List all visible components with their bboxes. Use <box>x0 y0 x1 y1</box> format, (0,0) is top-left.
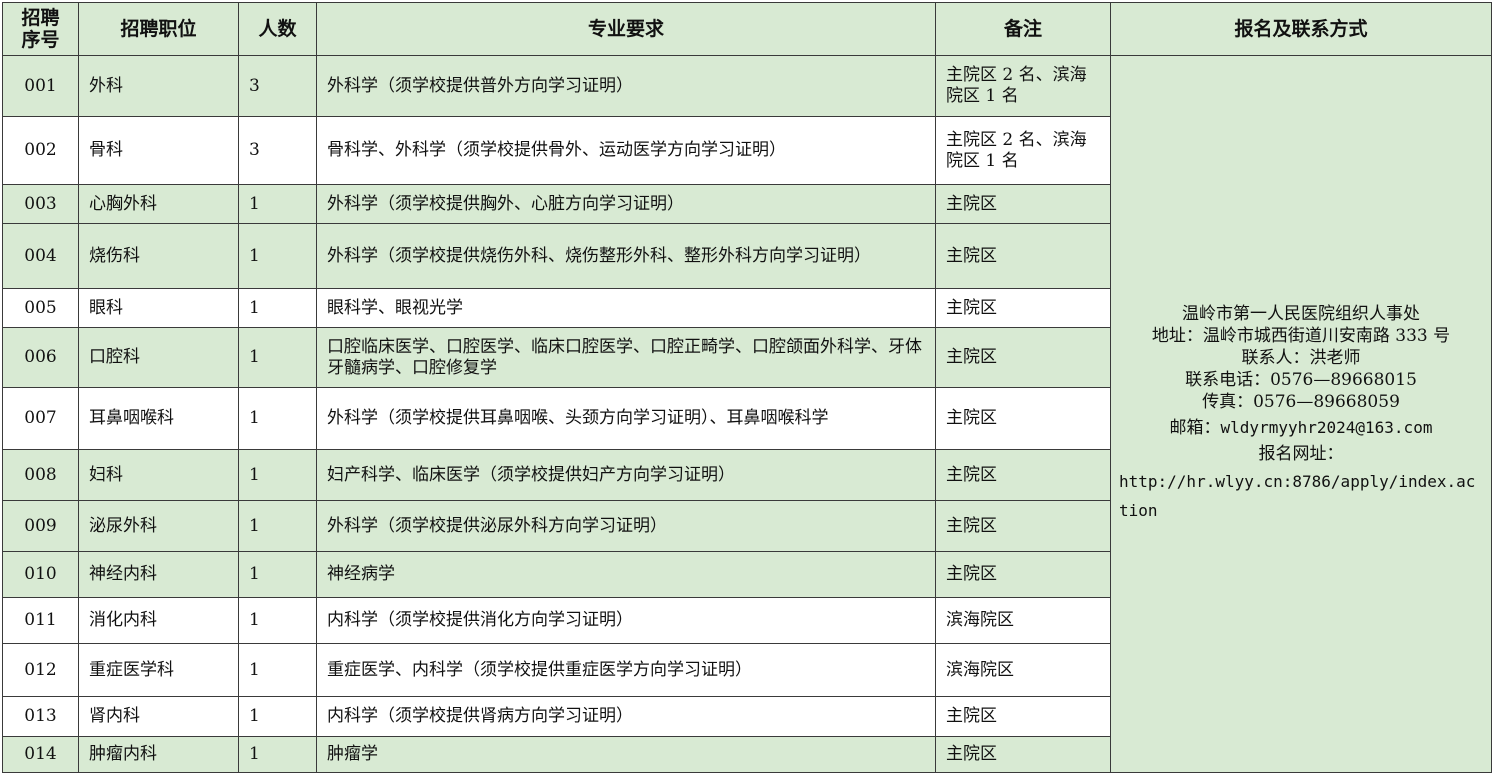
cell-seq: 011 <box>2 597 79 644</box>
recruitment-table: 招聘 序号 招聘职位 人数 专业要求 备注 报名及联系方式 001 外科 3 外科… <box>2 2 1492 773</box>
cell-major: 肿瘤学 <box>316 736 936 773</box>
header-major: 专业要求 <box>316 2 936 56</box>
cell-major: 妇产科学、临床医学（须学校提供妇产方向学习证明） <box>316 449 936 501</box>
cell-major: 外科学（须学校提供泌尿外科方向学习证明） <box>316 500 936 552</box>
cell-position: 妇科 <box>78 449 239 501</box>
contact-email[interactable]: wldyrmyyhr2024@163.com <box>1221 418 1433 437</box>
cell-seq: 003 <box>2 184 79 224</box>
cell-seq: 007 <box>2 387 79 450</box>
cell-seq: 014 <box>2 736 79 773</box>
cell-seq: 008 <box>2 449 79 501</box>
cell-note: 主院区 <box>935 327 1111 388</box>
contact-phone: 联系电话：0576—89668015 <box>1185 370 1417 390</box>
contact-cell: 温岭市第一人民医院组织人事处 地址：温岭市城西街道川安南路 333 号 联系人：… <box>1110 55 1492 773</box>
cell-major: 内科学（须学校提供消化方向学习证明） <box>316 597 936 644</box>
header-seq-line1: 招聘 <box>21 7 60 29</box>
cell-note: 滨海院区 <box>935 597 1111 644</box>
cell-count: 3 <box>238 116 317 185</box>
cell-position: 心胸外科 <box>78 184 239 224</box>
header-count: 人数 <box>238 2 317 56</box>
contact-url-label: 报名网址： <box>1258 444 1344 464</box>
cell-seq: 005 <box>2 288 79 328</box>
cell-seq: 010 <box>2 551 79 598</box>
cell-count: 1 <box>238 597 317 644</box>
cell-seq: 001 <box>2 55 79 117</box>
cell-position: 泌尿外科 <box>78 500 239 552</box>
cell-note: 主院区 <box>935 449 1111 501</box>
cell-count: 1 <box>238 223 317 289</box>
cell-position: 消化内科 <box>78 597 239 644</box>
cell-position: 骨科 <box>78 116 239 185</box>
cell-note: 主院区 <box>935 696 1111 737</box>
header-seq: 招聘 序号 <box>2 2 79 56</box>
cell-seq: 006 <box>2 327 79 388</box>
cell-note: 滨海院区 <box>935 643 1111 697</box>
cell-seq: 013 <box>2 696 79 737</box>
cell-note: 主院区 <box>935 223 1111 289</box>
contact-url-link[interactable]: http://hr.wlyy.cn:8786/apply/index.actio… <box>1117 467 1485 525</box>
cell-major: 神经病学 <box>316 551 936 598</box>
cell-position: 外科 <box>78 55 239 117</box>
contact-org: 温岭市第一人民医院组织人事处 <box>1182 304 1420 324</box>
cell-major: 外科学（须学校提供烧伤外科、烧伤整形外科、整形外科方向学习证明） <box>316 223 936 289</box>
cell-major: 口腔临床医学、口腔医学、临床口腔医学、口腔正畸学、口腔颌面外科学、牙体牙髓病学、… <box>316 327 936 388</box>
cell-major: 重症医学、内科学（须学校提供重症医学方向学习证明） <box>316 643 936 697</box>
header-note: 备注 <box>935 2 1111 56</box>
header-seq-line2: 序号 <box>21 29 60 51</box>
header-row: 招聘 序号 招聘职位 人数 专业要求 备注 报名及联系方式 <box>2 2 1492 56</box>
cell-count: 1 <box>238 500 317 552</box>
cell-note: 主院区 2 名、滨海院区 1 名 <box>935 116 1111 185</box>
cell-count: 1 <box>238 327 317 388</box>
cell-note: 主院区 <box>935 736 1111 773</box>
cell-note: 主院区 <box>935 288 1111 328</box>
cell-note: 主院区 2 名、滨海院区 1 名 <box>935 55 1111 117</box>
cell-count: 1 <box>238 736 317 773</box>
cell-seq: 009 <box>2 500 79 552</box>
cell-position: 神经内科 <box>78 551 239 598</box>
cell-count: 1 <box>238 184 317 224</box>
header-contact: 报名及联系方式 <box>1110 2 1492 56</box>
cell-major: 外科学（须学校提供胸外、心脏方向学习证明） <box>316 184 936 224</box>
contact-address: 地址：温岭市城西街道川安南路 333 号 <box>1151 326 1451 346</box>
cell-note: 主院区 <box>935 551 1111 598</box>
cell-major: 外科学（须学校提供耳鼻咽喉、头颈方向学习证明）、耳鼻咽喉科学 <box>316 387 936 450</box>
header-position: 招聘职位 <box>78 2 239 56</box>
cell-count: 1 <box>238 696 317 737</box>
cell-major: 外科学（须学校提供普外方向学习证明） <box>316 55 936 117</box>
cell-position: 烧伤科 <box>78 223 239 289</box>
cell-position: 重症医学科 <box>78 643 239 697</box>
cell-major: 眼科学、眼视光学 <box>316 288 936 328</box>
cell-position: 肾内科 <box>78 696 239 737</box>
cell-count: 1 <box>238 449 317 501</box>
cell-count: 1 <box>238 551 317 598</box>
contact-email-label: 邮箱： <box>1169 418 1221 438</box>
contact-email-line: 邮箱：wldyrmyyhr2024@163.com <box>1117 417 1485 439</box>
cell-note: 主院区 <box>935 500 1111 552</box>
cell-seq: 004 <box>2 223 79 289</box>
cell-count: 1 <box>238 387 317 450</box>
cell-seq: 002 <box>2 116 79 185</box>
cell-count: 1 <box>238 643 317 697</box>
cell-note: 主院区 <box>935 387 1111 450</box>
cell-major: 骨科学、外科学（须学校提供骨外、运动医学方向学习证明） <box>316 116 936 185</box>
contact-person: 联系人：洪老师 <box>1241 348 1361 368</box>
cell-position: 口腔科 <box>78 327 239 388</box>
cell-note: 主院区 <box>935 184 1111 224</box>
table-row: 001 外科 3 外科学（须学校提供普外方向学习证明） 主院区 2 名、滨海院区… <box>2 55 1492 773</box>
cell-position: 肿瘤内科 <box>78 736 239 773</box>
cell-count: 3 <box>238 55 317 117</box>
contact-fax: 传真：0576—89668059 <box>1202 392 1400 412</box>
cell-major: 内科学（须学校提供肾病方向学习证明） <box>316 696 936 737</box>
cell-position: 眼科 <box>78 288 239 328</box>
cell-position: 耳鼻咽喉科 <box>78 387 239 450</box>
cell-count: 1 <box>238 288 317 328</box>
cell-seq: 012 <box>2 643 79 697</box>
